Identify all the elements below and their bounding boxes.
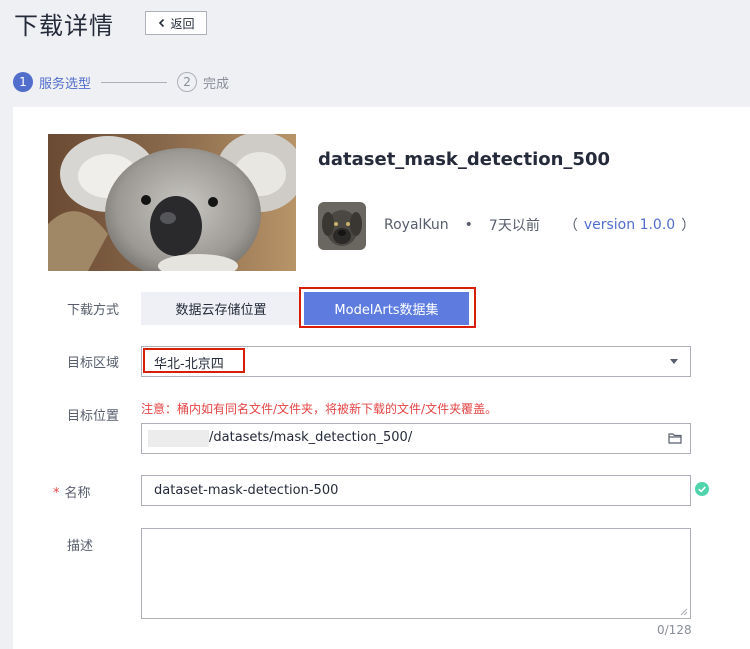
step-2-label: 完成	[203, 76, 230, 92]
publish-time: 7天以前	[488, 218, 540, 234]
highlight-box-region	[143, 348, 245, 373]
highlight-box-download-method	[299, 287, 476, 328]
option-cloud-storage[interactable]: 数据云存储位置	[141, 292, 301, 325]
target-region-label: 目标区域	[67, 356, 120, 371]
back-button[interactable]: 返回	[145, 11, 207, 35]
dataset-meta: RoyalKun • 7天以前 （ version 1.0.0 ）	[384, 215, 695, 235]
author-name[interactable]: RoyalKun	[384, 217, 449, 233]
step-2-number: 2	[177, 72, 198, 92]
description-label: 描述	[67, 539, 94, 554]
name-label-row: * 名称	[53, 482, 91, 501]
masked-bucket-name	[148, 430, 209, 447]
resize-grip-icon[interactable]	[680, 608, 688, 616]
meta-separator: •	[464, 217, 473, 233]
version-open-paren: （	[563, 218, 578, 234]
step-1-label: 服务选型	[39, 76, 92, 92]
stepper: 1 服务选型 2 完成	[13, 71, 229, 93]
detail-card: dataset_mask_detection_500 RoyalKun • 7天…	[13, 107, 750, 649]
version-close-paren: ）	[681, 218, 696, 234]
page-title: 下载详情	[14, 12, 114, 40]
dataset-name-input[interactable]: dataset-mask-detection-500	[141, 475, 691, 506]
target-path-input[interactable]: /datasets/mask_detection_500/	[141, 423, 691, 454]
version-link[interactable]: version 1.0.0	[584, 217, 675, 233]
char-counter: 0/128	[657, 623, 692, 637]
required-mark: *	[53, 486, 60, 501]
step-connector	[101, 81, 168, 83]
dataset-cover-image	[48, 134, 296, 271]
overwrite-warning: 注意：桶内如有同名文件/文件夹，将被新下载的文件/文件夹覆盖。	[141, 402, 498, 416]
target-path-value: /datasets/mask_detection_500/	[209, 430, 413, 445]
author-avatar	[318, 202, 366, 250]
back-button-label: 返回	[170, 16, 195, 31]
folder-icon[interactable]	[668, 431, 682, 445]
chevron-left-icon	[159, 18, 165, 28]
dataset-name: dataset_mask_detection_500	[318, 149, 610, 170]
name-label: 名称	[64, 486, 91, 501]
target-location-label: 目标位置	[67, 409, 120, 424]
dataset-name-value: dataset-mask-detection-500	[154, 483, 339, 498]
check-circle-icon	[695, 482, 709, 496]
download-method-label: 下载方式	[67, 303, 120, 318]
chevron-down-icon	[670, 359, 678, 364]
description-textarea[interactable]	[141, 528, 691, 619]
step-1-number: 1	[13, 72, 33, 92]
